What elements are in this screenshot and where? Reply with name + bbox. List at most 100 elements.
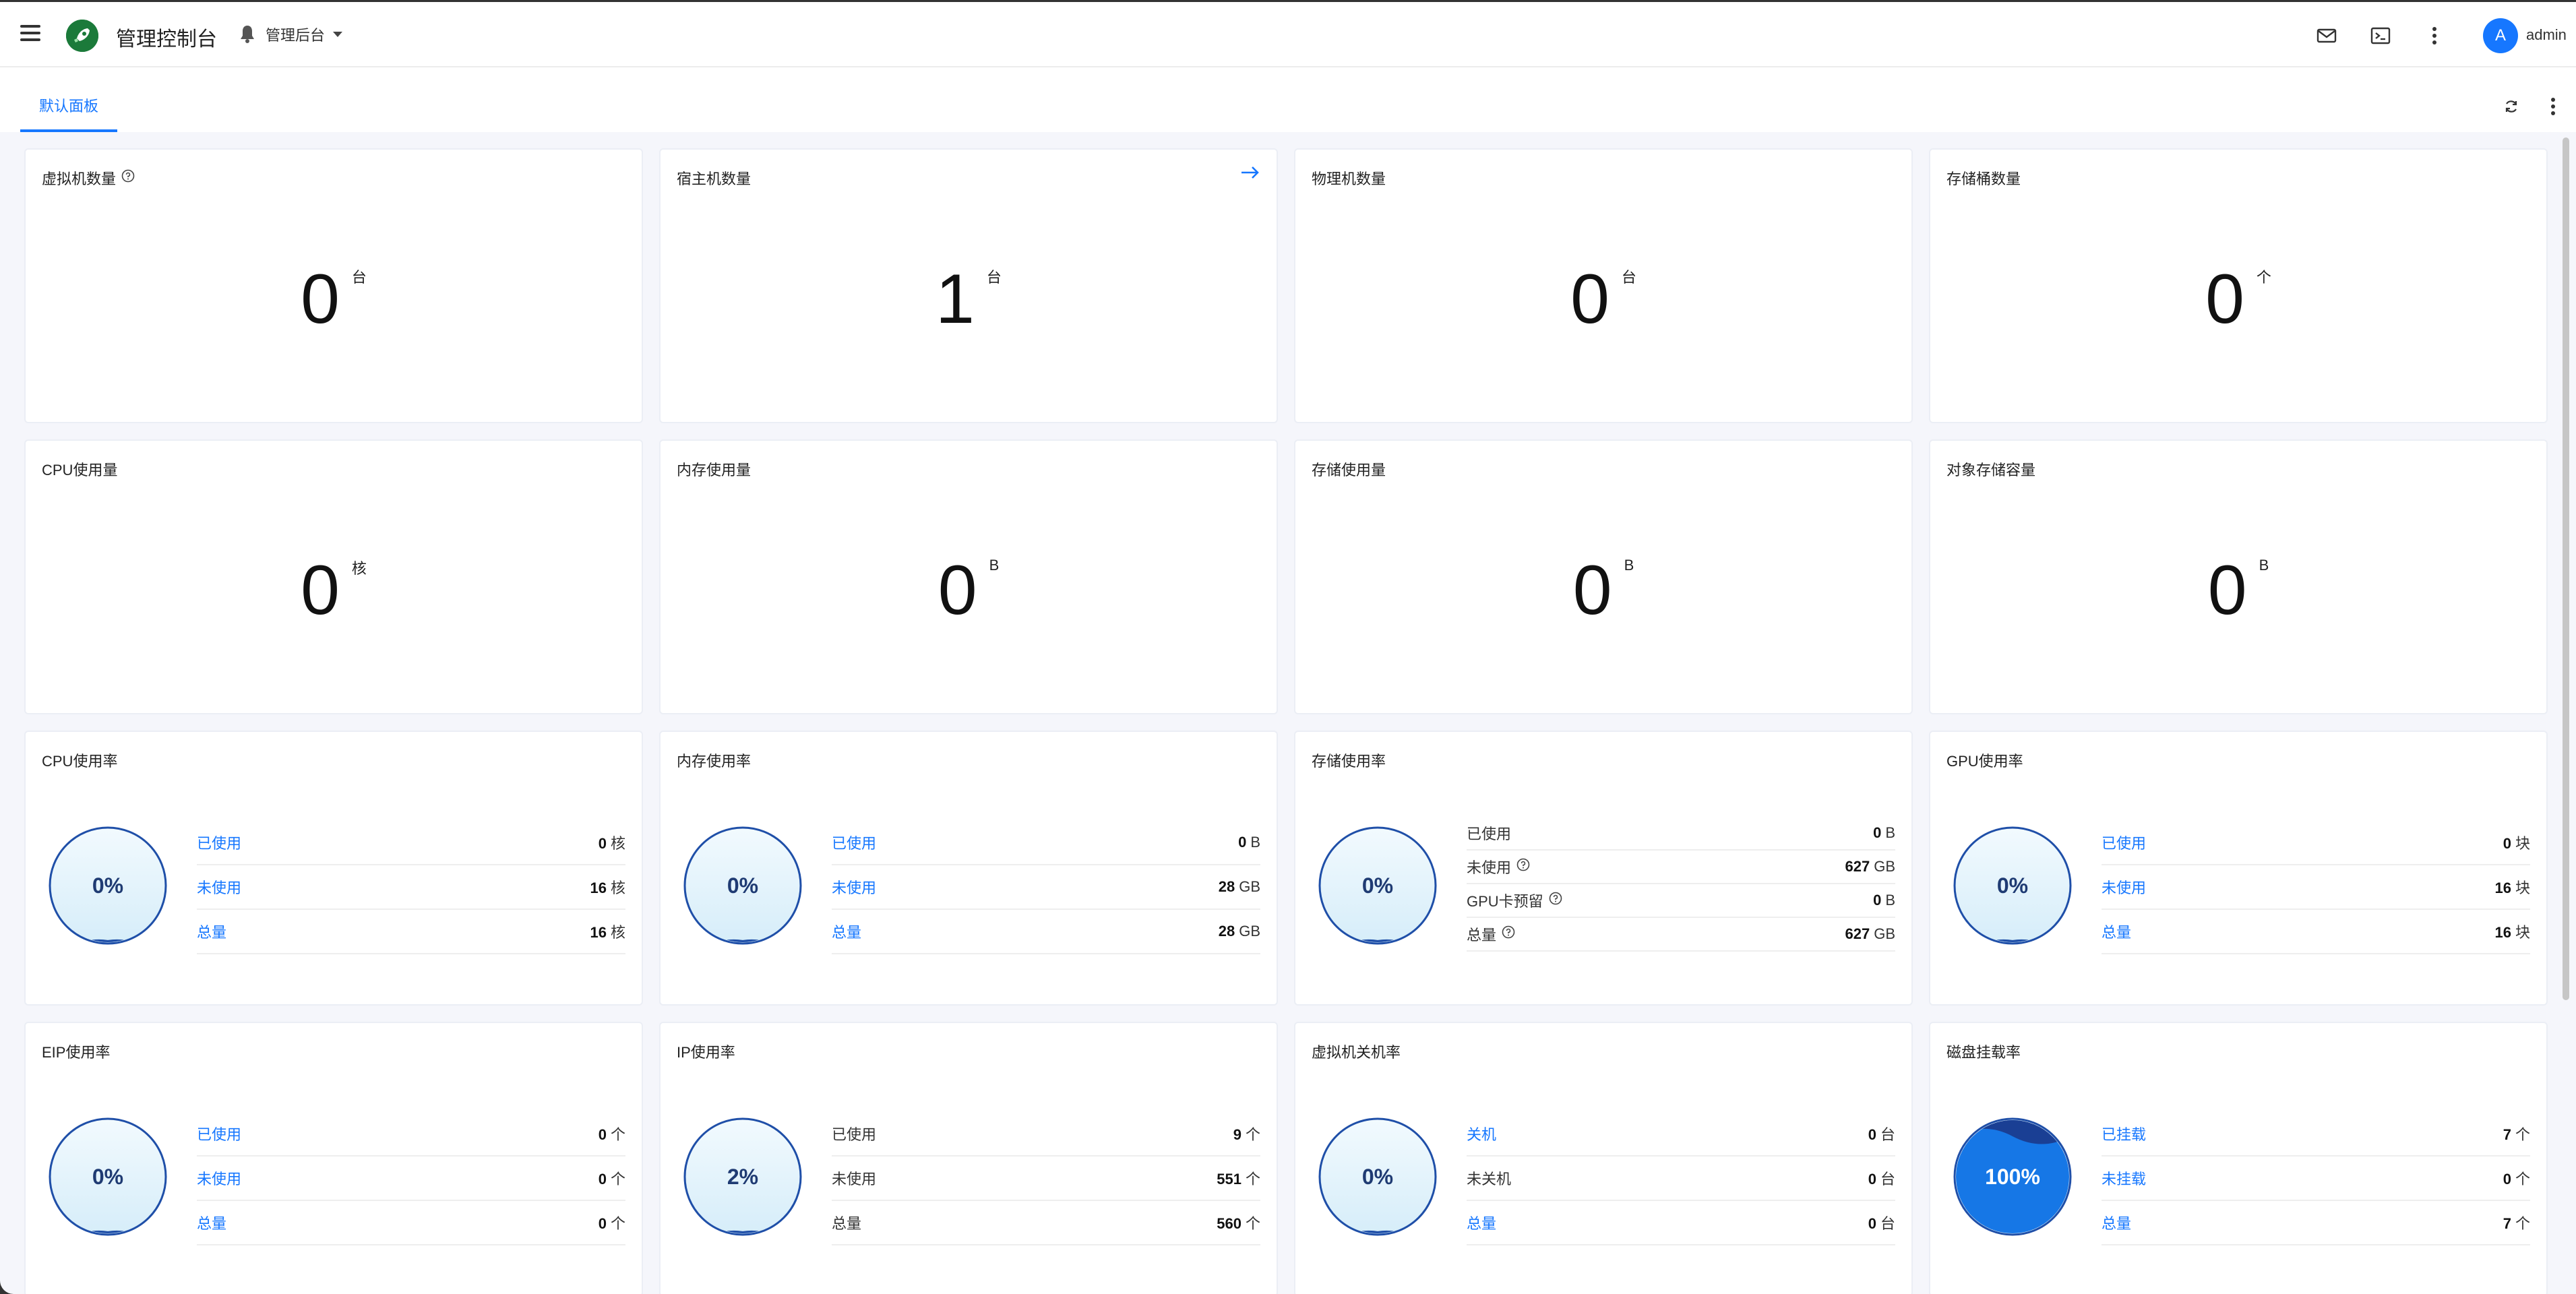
top-bar: 管理控制台 管理后台 A admin xyxy=(0,0,2576,67)
usage-row-number: 0 xyxy=(1868,1126,1876,1143)
hamburger-menu-icon[interactable] xyxy=(20,25,40,41)
stat-card: 宿主机数量 1 台 xyxy=(659,148,1278,423)
usage-row-value: 7个 xyxy=(2503,1212,2530,1233)
usage-row-label[interactable]: 已使用 xyxy=(2102,832,2146,853)
arrow-right-icon[interactable] xyxy=(1240,164,1260,184)
usage-row-label-text: 总量 xyxy=(1467,1215,1497,1232)
usage-row-label[interactable]: 未使用 xyxy=(2102,876,2146,898)
refresh-icon[interactable] xyxy=(2498,93,2525,120)
corner-decoration xyxy=(0,1281,13,1294)
stat-value: 1台 xyxy=(661,264,1277,334)
card-title-text: CPU使用率 xyxy=(42,753,118,770)
rocket-logo-icon xyxy=(66,20,98,52)
stat-number: 0 xyxy=(301,260,340,338)
usage-row-unit: 个 xyxy=(2515,1171,2530,1188)
usage-row-number: 7 xyxy=(2503,1215,2511,1232)
usage-row-label[interactable]: 已使用 xyxy=(832,832,876,853)
card-title: 内存使用率 xyxy=(677,749,751,771)
usage-row-label: 未关机 xyxy=(1467,1167,1511,1189)
usage-row-value: 551 个 xyxy=(1217,1167,1260,1189)
usage-row-number: 0 xyxy=(1868,1215,1876,1232)
mail-icon[interactable] xyxy=(2313,22,2340,49)
usage-row-label[interactable]: 总量 xyxy=(2102,1212,2131,1233)
usage-row-label[interactable]: 关机 xyxy=(1467,1123,1496,1144)
card-title-text: IP使用率 xyxy=(677,1044,735,1061)
usage-row-label[interactable]: 总量 xyxy=(2102,921,2131,942)
help-icon[interactable] xyxy=(1549,892,1562,909)
usage-row-label: 未使用 xyxy=(1467,856,1530,877)
stat-number: 1 xyxy=(936,260,975,338)
usage-row-number: 0 xyxy=(1868,1171,1876,1188)
usage-row-number: 0 xyxy=(1873,892,1882,908)
usage-row-value: 560 个 xyxy=(1217,1212,1260,1233)
usage-row-label[interactable]: 未挂载 xyxy=(2102,1167,2146,1189)
usage-row-label: 未使用 xyxy=(832,1167,876,1189)
usage-row-label: 已使用 xyxy=(832,1123,876,1144)
more-vertical-icon[interactable] xyxy=(2540,93,2567,120)
usage-row-unit: B xyxy=(1885,824,1895,841)
usage-row: 已使用 0 个 xyxy=(197,1112,625,1157)
usage-row-unit: GB xyxy=(1239,878,1260,895)
app-title: 管理控制台 xyxy=(116,28,217,51)
more-vertical-icon[interactable] xyxy=(2421,22,2448,49)
usage-row-label-text: 关机 xyxy=(1467,1126,1497,1143)
usage-row-label[interactable]: 总量 xyxy=(832,921,861,942)
usage-rows: 已使用 0 块未使用 16 块总量 16 块 xyxy=(2102,821,2530,954)
logo[interactable] xyxy=(66,20,98,52)
avatar[interactable]: A xyxy=(2483,18,2518,53)
usage-row-number: 9 xyxy=(1233,1126,1241,1143)
usage-row: 总量 0 台 xyxy=(1467,1201,1895,1245)
gauge-percent: 0% xyxy=(1361,1164,1394,1189)
card-title: EIP使用率 xyxy=(42,1041,110,1062)
usage-row-label[interactable]: 已使用 xyxy=(197,1123,241,1144)
usage-row-unit: 个 xyxy=(610,1215,625,1232)
scope-label: 管理后台 xyxy=(266,27,326,44)
usage-card: 虚拟机关机率 0% 关机 0 台未关机 0 台总量 0 台 xyxy=(1294,1022,1913,1294)
usage-row-value: 627 GB xyxy=(1845,925,1895,943)
card-title-text: 对象存储容量 xyxy=(1946,462,2036,479)
usage-row-label[interactable]: 已挂载 xyxy=(2102,1123,2146,1144)
usage-row-number: 0 xyxy=(598,835,607,852)
stat-unit: B xyxy=(1624,557,1634,574)
usage-row-label[interactable]: 未使用 xyxy=(197,876,241,898)
usage-row-number: 627 xyxy=(1845,858,1870,875)
usage-row: 关机 0 台 xyxy=(1467,1112,1895,1157)
usage-row: 总量 627 GB xyxy=(1467,918,1895,952)
usage-row-label[interactable]: 总量 xyxy=(197,1212,226,1233)
usage-row-number: 16 xyxy=(590,924,607,941)
scope-switcher[interactable]: 管理后台 xyxy=(237,22,343,47)
card-title-text: 虚拟机数量 xyxy=(42,171,117,187)
usage-row-label[interactable]: 总量 xyxy=(197,921,226,942)
help-icon[interactable] xyxy=(1516,858,1530,875)
usage-row-label-text: 总量 xyxy=(832,1215,862,1232)
stat-value: 0B xyxy=(1930,555,2546,625)
usage-row-label[interactable]: 总量 xyxy=(1467,1212,1496,1233)
help-icon[interactable] xyxy=(1502,925,1515,943)
usage-row-label[interactable]: 未使用 xyxy=(832,876,876,898)
scrollbar[interactable] xyxy=(2563,137,2569,1000)
usage-row-label[interactable]: 未使用 xyxy=(197,1167,241,1189)
usage-row-unit: 个 xyxy=(2515,1126,2530,1143)
usage-row: 未使用 551 个 xyxy=(832,1157,1260,1201)
stat-number: 0 xyxy=(1572,551,1612,629)
help-icon[interactable] xyxy=(121,169,135,187)
card-title-text: CPU使用量 xyxy=(42,462,118,479)
terminal-icon[interactable] xyxy=(2367,22,2394,49)
usage-row-label[interactable]: 已使用 xyxy=(197,832,241,853)
usage-row: 未使用 28 GB xyxy=(832,865,1260,910)
usage-row-label-text: 未使用 xyxy=(197,1171,242,1188)
tab-default-panel[interactable]: 默认面板 xyxy=(20,94,118,132)
card-title: 存储使用率 xyxy=(1312,749,1386,771)
stat-value: 0台 xyxy=(1295,264,1911,334)
card-title: 宿主机数量 xyxy=(677,167,751,189)
usage-row-number: 16 xyxy=(2494,880,2511,896)
username[interactable]: admin xyxy=(2526,26,2567,44)
gauge-percent: 0% xyxy=(727,873,759,898)
usage-row-label-text: 未使用 xyxy=(2102,880,2147,896)
usage-row-number: 627 xyxy=(1845,925,1870,942)
usage-row-label-text: GPU卡预留 xyxy=(1467,893,1543,910)
usage-row-value: 0个 xyxy=(2503,1167,2530,1189)
usage-row-label-text: 总量 xyxy=(197,924,227,941)
usage-rows: 已使用 0 个未使用 0 个总量 0 个 xyxy=(197,1112,625,1245)
usage-row-unit: 台 xyxy=(1880,1126,1895,1143)
